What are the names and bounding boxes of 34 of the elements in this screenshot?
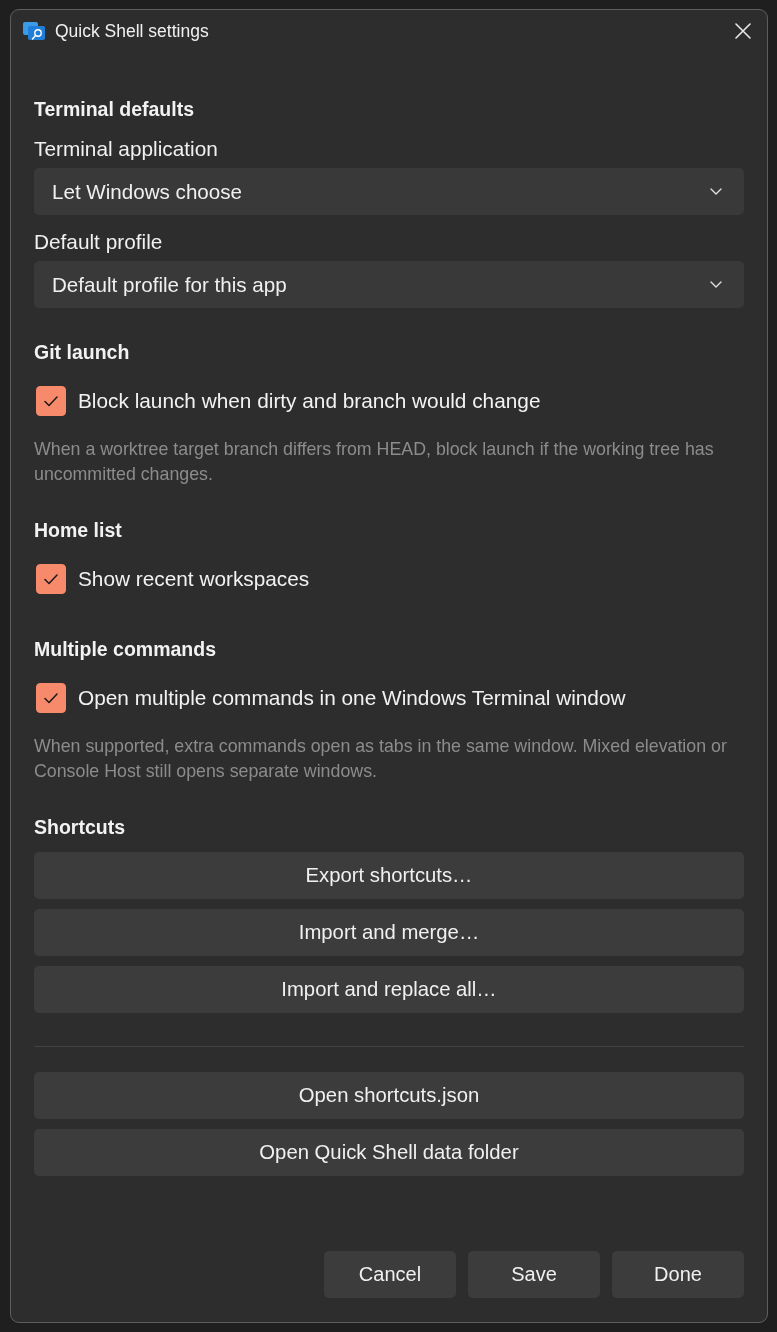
close-icon [735, 23, 751, 39]
action-button[interactable]: Export shortcuts… [34, 852, 744, 899]
checkmark-icon [44, 573, 58, 585]
checkbox-label[interactable]: Block launch when dirty and branch would change [78, 389, 541, 413]
checkmark-icon [44, 395, 58, 407]
field-label: Terminal application [34, 136, 219, 162]
section-heading: Shortcuts [34, 815, 126, 840]
field-label: Default profile [34, 229, 164, 255]
section-heading: Terminal defaults [34, 97, 195, 122]
chevron-down-icon [710, 188, 722, 195]
checkbox-label[interactable]: Show recent workspaces [78, 567, 310, 591]
window-title: Quick Shell settings [55, 20, 209, 42]
chevron-down-icon [710, 281, 722, 288]
checkmark-icon [44, 692, 58, 704]
action-button[interactable]: Open shortcuts.json [34, 1072, 744, 1119]
section-heading: Home list [34, 518, 123, 543]
checkbox-label[interactable]: Open multiple commands in one Windows Terminal window [78, 686, 626, 710]
dialog-button[interactable]: Done [612, 1251, 744, 1298]
section-heading: Git launch [34, 340, 131, 365]
checkbox[interactable] [36, 386, 66, 416]
action-button[interactable]: Import and replace all… [34, 966, 744, 1013]
dialog-button[interactable]: Save [468, 1251, 600, 1298]
action-button[interactable]: Open Quick Shell data folder [34, 1129, 744, 1176]
dropdown[interactable]: Default profile for this app [34, 261, 744, 308]
dialog-button[interactable]: Cancel [324, 1251, 456, 1298]
action-button[interactable]: Import and merge… [34, 909, 744, 956]
close-button[interactable] [735, 23, 751, 39]
checkbox[interactable] [36, 564, 66, 594]
help-text: When supported, extra commands open as tabs in the same window. Mixed elevation or Console Host still opens separate windows. [34, 735, 728, 783]
app-windows-search-icon [23, 21, 45, 41]
section-heading: Multiple commands [34, 637, 218, 662]
dropdown[interactable]: Let Windows choose [34, 168, 744, 215]
help-text: When a worktree target branch differs from HEAD, block launch if the working tree has uncommitted changes. [34, 438, 715, 486]
checkbox[interactable] [36, 683, 66, 713]
